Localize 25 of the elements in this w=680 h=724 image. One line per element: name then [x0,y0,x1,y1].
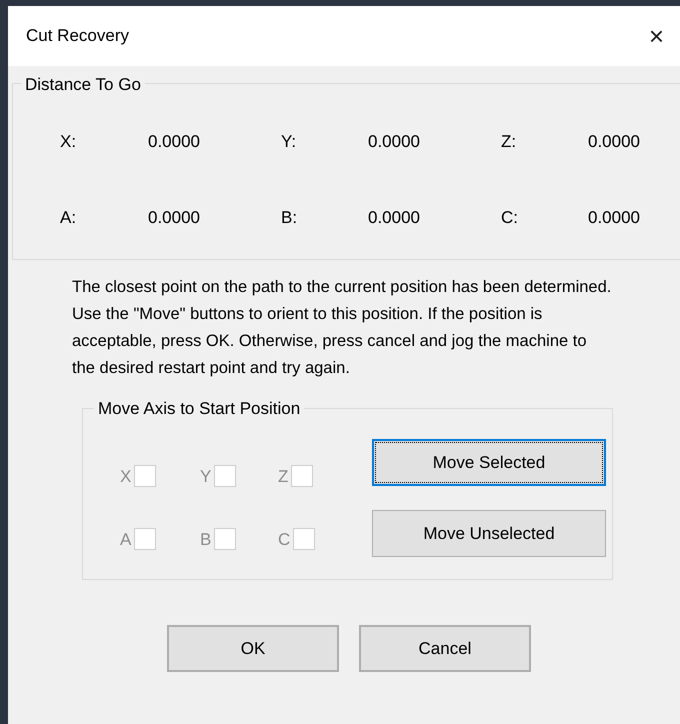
axis-label: A: [60,206,78,228]
axis-value: 0.0000 [368,206,421,228]
axis-label: C: [501,206,519,228]
axis-label: Z: [501,131,518,153]
cancel-button[interactable]: Cancel [359,625,531,672]
window-title: Cut Recovery [26,25,129,48]
axis-value: 0.0000 [148,131,201,153]
axis-value: 0.0000 [368,131,421,153]
checkbox-label: C [278,530,290,548]
axis-label: B: [281,206,298,228]
move-button[interactable]: Move Selected [372,439,606,486]
instructions-text: The closest point on the path to the current position has been determined. Use the "Move" buttons to orient to this position. If the position is acceptable, press OK. Otherwise, press cancel and jog the machine to the desired restart point and try again. [72,277,612,379]
axis-label: X: [60,131,78,153]
axis-value: 0.0000 [588,206,641,228]
axis-value: 0.0000 [588,131,641,153]
ok-button[interactable]: OK [167,625,339,672]
checkbox-label: Y [200,468,212,484]
axis-value: 0.0000 [148,206,201,228]
move-button[interactable]: Move Unselected [372,510,606,557]
checkbox-label: B [200,530,212,548]
checkbox-label: X [120,468,132,484]
checkbox-label: A [120,530,132,548]
axis-label: Y: [281,131,298,153]
checkbox-label: Z [278,468,288,484]
close-button[interactable]: × [640,23,672,49]
